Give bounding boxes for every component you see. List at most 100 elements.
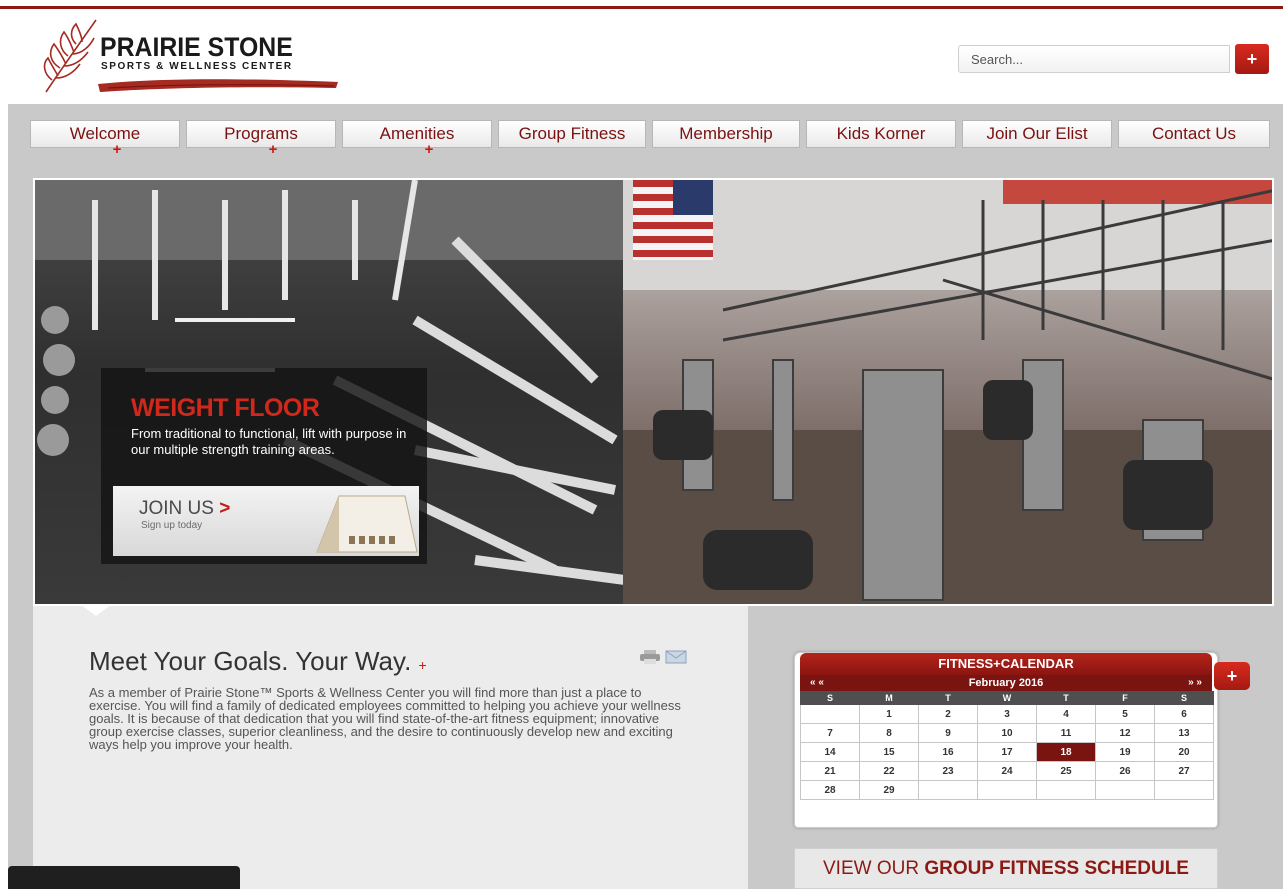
calendar-day-cell[interactable]: 8 bbox=[859, 723, 919, 743]
logo-subtitle: SPORTS & WELLNESS CENTER bbox=[101, 61, 293, 72]
nav-item-membership[interactable]: Membership bbox=[652, 120, 800, 148]
hero-slider[interactable]: WEIGHT FLOOR From traditional to functio… bbox=[33, 178, 1274, 606]
calendar-day-cell[interactable]: 1 bbox=[859, 704, 919, 724]
calendar-month-bar: « « February 2016 » » bbox=[800, 675, 1212, 691]
calendar-day-cell[interactable]: 14 bbox=[800, 742, 860, 762]
calendar-day-cell[interactable]: 28 bbox=[800, 780, 860, 800]
print-icon[interactable] bbox=[639, 650, 661, 664]
hero-title: WEIGHT FLOOR bbox=[131, 394, 320, 422]
calendar-month-label: February 2016 bbox=[968, 677, 1044, 689]
calendar-day-cell[interactable]: 13 bbox=[1154, 723, 1214, 743]
fitness-calendar: FITNESS+CALENDAR « « February 2016 » » S… bbox=[794, 652, 1218, 828]
plus-icon: + bbox=[418, 657, 427, 673]
calendar-day-cell[interactable]: 22 bbox=[859, 761, 919, 781]
plus-icon: + bbox=[1226, 665, 1238, 686]
calendar-weekday-row: S M T W T F S bbox=[800, 691, 1214, 705]
hero-caption: WEIGHT FLOOR From traditional to functio… bbox=[101, 368, 427, 564]
nav-item-contact-us[interactable]: Contact Us bbox=[1118, 120, 1270, 148]
content-actions bbox=[639, 650, 687, 664]
calendar-day-cell bbox=[1095, 780, 1155, 800]
nav-item-label: Membership bbox=[679, 124, 773, 143]
nav-item-label: Contact Us bbox=[1151, 124, 1237, 143]
calendar-day-cell[interactable]: 19 bbox=[1095, 742, 1155, 762]
calendar-day-cell bbox=[1154, 780, 1214, 800]
intro-panel: Meet Your Goals. Your Way. + As a member… bbox=[33, 605, 748, 889]
calendar-day-cell[interactable]: 17 bbox=[977, 742, 1037, 762]
page-title: Meet Your Goals. Your Way. + bbox=[89, 646, 427, 676]
calendar-day-cell bbox=[1036, 780, 1096, 800]
calendar-day-cell bbox=[918, 780, 978, 800]
nav-item-kids-korner[interactable]: Kids Korner bbox=[806, 120, 956, 148]
calendar-day-cell bbox=[800, 704, 860, 724]
calendar-day-cell[interactable]: 29 bbox=[859, 780, 919, 800]
main-nav: Welcome + Programs + Amenities + Group F… bbox=[30, 120, 1275, 157]
join-us-button[interactable]: JOIN US > Sign up today bbox=[113, 486, 419, 556]
calendar-day-cell[interactable]: 3 bbox=[977, 704, 1037, 724]
calendar-grid: S M T W T F S 1 2 3 4 5 6 7 8 9 10 11 12 13 14 15 16 17 1… bbox=[800, 691, 1214, 800]
registration-card-icon bbox=[316, 495, 418, 553]
calendar-day-cell bbox=[977, 780, 1037, 800]
nav-item-group-fitness[interactable]: Group Fitness bbox=[498, 120, 646, 148]
group-fitness-schedule-button[interactable]: VIEW OUR GROUP FITNESS SCHEDULE bbox=[794, 848, 1218, 889]
site-logo[interactable]: PRAIRIE STONE SPORTS & WELLNESS CENTER bbox=[38, 14, 338, 96]
calendar-week-row: 21 22 23 24 25 26 27 bbox=[800, 761, 1214, 781]
calendar-week-row: 7 8 9 10 11 12 13 bbox=[800, 723, 1214, 743]
calendar-next-arrows-icon[interactable]: » » bbox=[1188, 675, 1202, 691]
logo-swoosh-icon bbox=[98, 79, 338, 92]
calendar-day-cell[interactable]: 24 bbox=[977, 761, 1037, 781]
calendar-day-cell[interactable]: 12 bbox=[1095, 723, 1155, 743]
logo-title: PRAIRIE STONE bbox=[100, 32, 293, 62]
join-us-label: JOIN US > bbox=[139, 498, 231, 519]
calendar-day-cell[interactable]: 7 bbox=[800, 723, 860, 743]
calendar-day-cell[interactable]: 4 bbox=[1036, 704, 1096, 724]
calendar-day-cell[interactable]: 16 bbox=[918, 742, 978, 762]
submenu-plus-icon: + bbox=[112, 141, 122, 158]
calendar-day-cell[interactable]: 25 bbox=[1036, 761, 1096, 781]
weekday-header: T bbox=[918, 691, 978, 705]
calendar-day-cell[interactable]: 5 bbox=[1095, 704, 1155, 724]
calendar-day-cell[interactable]: 15 bbox=[859, 742, 919, 762]
calendar-day-cell[interactable]: 18 bbox=[1036, 742, 1096, 762]
weekday-header: M bbox=[859, 691, 919, 705]
nav-item-join-elist[interactable]: Join Our Elist bbox=[962, 120, 1112, 148]
calendar-day-cell[interactable]: 26 bbox=[1095, 761, 1155, 781]
hero-photo-cardio-floor bbox=[623, 180, 1272, 604]
calendar-day-cell[interactable]: 10 bbox=[977, 723, 1037, 743]
hero-description: From traditional to functional, lift wit… bbox=[131, 426, 407, 457]
us-flag-icon bbox=[633, 180, 713, 260]
submenu-plus-icon: + bbox=[268, 141, 278, 158]
calendar-day-cell[interactable]: 27 bbox=[1154, 761, 1214, 781]
calendar-title: FITNESS+CALENDAR bbox=[800, 653, 1212, 675]
calendar-week-row: 28 29 bbox=[800, 780, 1214, 800]
calendar-day-cell[interactable]: 21 bbox=[800, 761, 860, 781]
top-accent-line bbox=[0, 6, 1283, 9]
search-button[interactable]: + bbox=[1235, 44, 1269, 74]
intro-text: As a member of Prairie Stone™ Sports & W… bbox=[89, 685, 681, 752]
calendar-add-button[interactable]: + bbox=[1214, 662, 1250, 690]
weekday-header: S bbox=[1154, 691, 1214, 705]
submenu-plus-icon: + bbox=[424, 141, 434, 158]
calendar-week-row: 123456 bbox=[800, 704, 1214, 724]
nav-item-label: Join Our Elist bbox=[986, 124, 1088, 143]
join-us-sublabel: Sign up today bbox=[141, 520, 203, 531]
calendar-day-cell[interactable]: 2 bbox=[918, 704, 978, 724]
calendar-day-cell[interactable]: 20 bbox=[1154, 742, 1214, 762]
search-input[interactable] bbox=[958, 45, 1230, 73]
calendar-day-cell[interactable]: 9 bbox=[918, 723, 978, 743]
weekday-header: F bbox=[1095, 691, 1155, 705]
nav-item-programs[interactable]: Programs + bbox=[186, 120, 336, 157]
nav-item-label: Amenities bbox=[379, 124, 455, 143]
plus-icon: + bbox=[1246, 48, 1258, 69]
calendar-day-cell[interactable]: 6 bbox=[1154, 704, 1214, 724]
calendar-day-cell[interactable]: 11 bbox=[1036, 723, 1096, 743]
nav-item-label: Welcome bbox=[69, 124, 141, 143]
weekday-header: W bbox=[977, 691, 1037, 705]
calendar-week-row: 14 15 16 17 18 19 20 bbox=[800, 742, 1214, 762]
bottom-tab-bar[interactable] bbox=[8, 866, 240, 889]
chevron-right-icon: > bbox=[219, 498, 231, 519]
nav-item-amenities[interactable]: Amenities + bbox=[342, 120, 492, 157]
nav-item-welcome[interactable]: Welcome + bbox=[30, 120, 180, 157]
nav-item-label: Programs bbox=[224, 124, 298, 143]
email-icon[interactable] bbox=[665, 650, 687, 664]
calendar-day-cell[interactable]: 23 bbox=[918, 761, 978, 781]
